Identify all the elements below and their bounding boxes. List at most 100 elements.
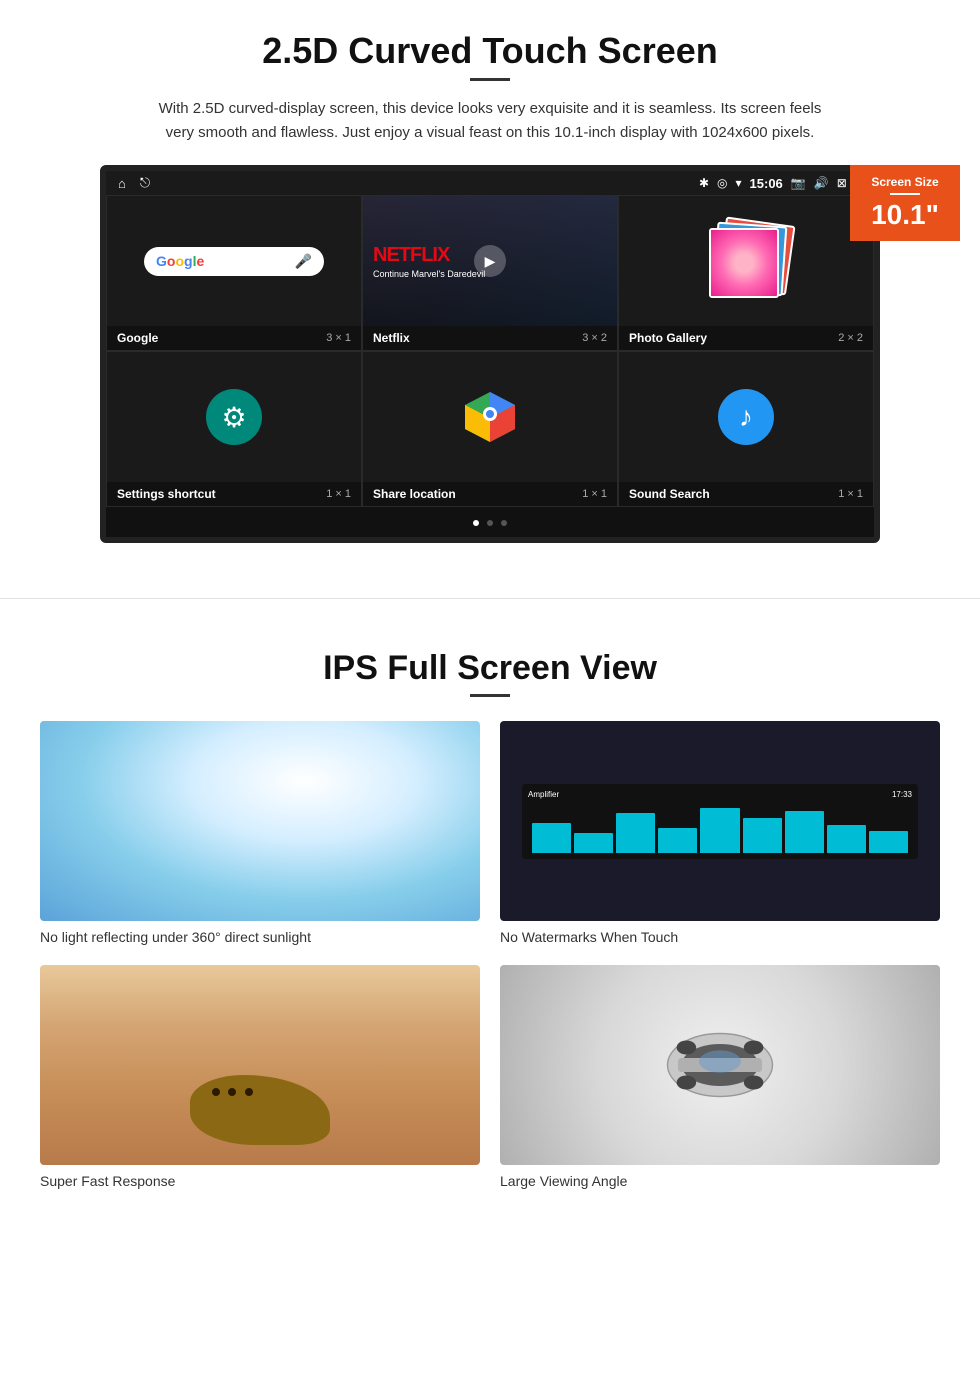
location-label-row: Share location 1 × 1 xyxy=(363,482,617,506)
wifi-icon: ▾ xyxy=(736,176,742,190)
app-cell-location[interactable]: Share location 1 × 1 xyxy=(362,351,618,507)
spot-1 xyxy=(212,1088,220,1096)
feature-item-cheetah: Super Fast Response xyxy=(40,965,480,1189)
badge-size: 10.1" xyxy=(858,199,952,231)
feature-label-amplifier: No Watermarks When Touch xyxy=(500,929,940,945)
feature-item-car: Large Viewing Angle xyxy=(500,965,940,1189)
app-cell-gallery[interactable]: Photo Gallery 2 × 2 xyxy=(618,195,874,351)
app-grid-row2: ⚙ Settings shortcut 1 × 1 xyxy=(106,351,874,507)
settings-icon: ⚙ xyxy=(206,389,262,445)
sound-app-size: 1 × 1 xyxy=(838,488,863,500)
feature-label-car: Large Viewing Angle xyxy=(500,1173,940,1189)
gallery-app-name: Photo Gallery xyxy=(629,331,707,345)
feature-img-cheetah xyxy=(40,965,480,1165)
app-grid-row1: Google 🎤 Google 3 × 1 xyxy=(106,195,874,351)
amplifier-image: Amplifier 17:33 xyxy=(500,721,940,921)
netflix-app-name: Netflix xyxy=(373,331,410,345)
section2-title: IPS Full Screen View xyxy=(40,649,940,688)
amp-screen: Amplifier 17:33 xyxy=(522,784,918,859)
photo-layer-1 xyxy=(709,228,779,298)
feature-item-amplifier: Amplifier 17:33 xyxy=(500,721,940,945)
location-app-name: Share location xyxy=(373,487,456,501)
section-ips: IPS Full Screen View No light reflecting… xyxy=(0,629,980,1219)
bluetooth-icon: ✱ xyxy=(699,176,709,190)
app-cell-sound[interactable]: ♪ Sound Search 1 × 1 xyxy=(618,351,874,507)
spot-2 xyxy=(228,1088,236,1096)
settings-thumbnail: ⚙ xyxy=(107,352,361,482)
section-divider xyxy=(0,598,980,599)
device-screen: ⌂ ⎋ ✱ ◎ ▾ 15:06 📷 🔊 ⊠ □ xyxy=(100,165,880,543)
app-cell-settings[interactable]: ⚙ Settings shortcut 1 × 1 xyxy=(106,351,362,507)
amp-bar-1 xyxy=(532,823,571,853)
feature-label-sky: No light reflecting under 360° direct su… xyxy=(40,929,480,945)
status-left: ⌂ ⎋ xyxy=(118,175,150,191)
volume-icon: 🔊 xyxy=(814,176,829,190)
cheetah-body xyxy=(190,1075,330,1145)
sound-label-row: Sound Search 1 × 1 xyxy=(619,482,873,506)
status-bar: ⌂ ⎋ ✱ ◎ ▾ 15:06 📷 🔊 ⊠ □ xyxy=(106,171,874,195)
amp-bar-7 xyxy=(785,811,824,853)
amp-title: Amplifier xyxy=(528,790,559,799)
settings-label-row: Settings shortcut 1 × 1 xyxy=(107,482,361,506)
car-image xyxy=(500,965,940,1165)
battery-icon: ⊠ xyxy=(837,176,847,190)
amp-bar-5 xyxy=(700,808,739,853)
app-cell-netflix[interactable]: NETFLIX Continue Marvel's Daredevil ▶ Ne… xyxy=(362,195,618,351)
mic-icon: 🎤 xyxy=(295,253,312,270)
title-underline xyxy=(470,78,510,81)
flower-image xyxy=(711,230,777,296)
play-button[interactable]: ▶ xyxy=(474,245,506,277)
amp-time: 17:33 xyxy=(892,790,912,799)
cheetah-spots xyxy=(210,1085,255,1103)
amp-bar-9 xyxy=(869,831,908,853)
netflix-label-row: Netflix 3 × 2 xyxy=(363,326,617,350)
sky-image xyxy=(40,721,480,921)
google-search-bar[interactable]: Google 🎤 xyxy=(144,247,324,276)
feature-img-car xyxy=(500,965,940,1165)
feature-img-amplifier: Amplifier 17:33 xyxy=(500,721,940,921)
google-logo: Google xyxy=(156,253,204,269)
usb-icon: ⎋ xyxy=(140,175,150,191)
app-cell-google[interactable]: Google 🎤 Google 3 × 1 xyxy=(106,195,362,351)
screen-size-badge: Screen Size 10.1" xyxy=(850,165,960,241)
amp-bar-3 xyxy=(616,813,655,853)
sound-thumbnail: ♪ xyxy=(619,352,873,482)
amp-bar-6 xyxy=(743,818,782,853)
pagination-dots xyxy=(106,507,874,537)
location-app-size: 1 × 1 xyxy=(582,488,607,500)
maps-icon xyxy=(463,390,517,444)
amp-bar-4 xyxy=(658,828,697,853)
feature-label-cheetah: Super Fast Response xyxy=(40,1173,480,1189)
home-icon: ⌂ xyxy=(118,176,126,191)
camera-icon: 📷 xyxy=(791,176,806,190)
device-wrapper: Screen Size 10.1" ⌂ ⎋ ✱ ◎ ▾ 15:06 📷 🔊 ⊠ xyxy=(100,165,880,543)
gallery-thumbnail xyxy=(619,196,873,326)
netflix-app-size: 3 × 2 xyxy=(582,332,607,344)
google-thumbnail: Google 🎤 xyxy=(107,196,361,326)
netflix-thumbnail: NETFLIX Continue Marvel's Daredevil ▶ xyxy=(363,196,617,326)
cheetah-image xyxy=(40,965,480,1165)
spot-3 xyxy=(245,1088,253,1096)
dot-1 xyxy=(473,520,479,526)
badge-divider xyxy=(890,193,920,195)
status-right: ✱ ◎ ▾ 15:06 📷 🔊 ⊠ □ xyxy=(699,176,862,191)
dot-2 xyxy=(487,520,493,526)
section1-title: 2.5D Curved Touch Screen xyxy=(60,30,920,72)
google-label-row: Google 3 × 1 xyxy=(107,326,361,350)
amp-header: Amplifier 17:33 xyxy=(528,790,912,799)
google-app-name: Google xyxy=(117,331,158,345)
section1-description: With 2.5D curved-display screen, this de… xyxy=(150,97,830,145)
status-time: 15:06 xyxy=(750,176,783,191)
sound-app-name: Sound Search xyxy=(629,487,710,501)
section2-underline xyxy=(470,694,510,697)
location-thumbnail xyxy=(363,352,617,482)
feature-grid: No light reflecting under 360° direct su… xyxy=(40,721,940,1189)
gallery-app-size: 2 × 2 xyxy=(838,332,863,344)
location-icon: ◎ xyxy=(717,176,727,190)
photo-stack xyxy=(701,216,791,306)
gallery-label-row: Photo Gallery 2 × 2 xyxy=(619,326,873,350)
amp-bar-8 xyxy=(827,825,866,853)
feature-img-sky xyxy=(40,721,480,921)
badge-label: Screen Size xyxy=(858,175,952,189)
amp-bars xyxy=(528,803,912,853)
